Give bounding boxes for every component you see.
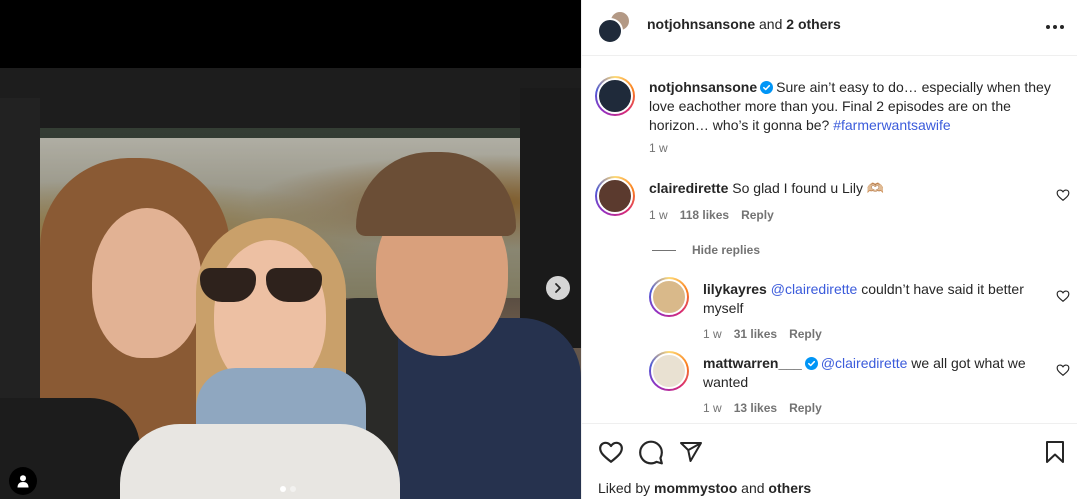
carousel-indicator <box>280 486 296 492</box>
comment-meta: 1 w 118 likes Reply <box>649 208 774 222</box>
comment-username[interactable]: clairedirette <box>649 180 728 196</box>
sunglasses <box>200 268 324 302</box>
reply: mattwarren___ @clairedirette we all got w… <box>703 354 1043 392</box>
authors-connector: and <box>759 16 783 32</box>
author-username[interactable]: notjohnsansone <box>647 16 755 32</box>
comment-time[interactable]: 1 w <box>649 208 668 222</box>
comment-avatar[interactable] <box>595 176 635 216</box>
reply-reply-button[interactable]: Reply <box>789 401 822 415</box>
reply-reply-button[interactable]: Reply <box>789 327 822 341</box>
caption-time[interactable]: 1 w <box>649 141 668 155</box>
comment-likes[interactable]: 118 likes <box>680 208 729 222</box>
comment-like-heart-icon[interactable] <box>1056 188 1070 202</box>
caption-avatar[interactable] <box>595 76 635 116</box>
liked-by-others[interactable]: others <box>768 480 811 496</box>
verified-badge-icon <box>804 357 818 370</box>
reply-meta: 1 w 31 likes Reply <box>703 327 822 341</box>
liked-by-user[interactable]: mommystoo <box>654 480 737 496</box>
collab-avatars[interactable] <box>597 10 631 44</box>
share-button[interactable] <box>677 438 705 466</box>
reply-likes[interactable]: 31 likes <box>734 327 777 341</box>
post-actions: Liked by mommystoo and others <box>582 423 1077 499</box>
reply-mention[interactable]: @clairedirette <box>821 355 908 371</box>
carousel-dot-active <box>280 486 286 492</box>
divider <box>652 249 676 251</box>
heart-icon <box>599 441 623 463</box>
reply-avatar[interactable] <box>649 351 689 391</box>
carousel-next-button[interactable] <box>546 276 570 300</box>
post-header: notjohnsansone and 2 others <box>582 0 1077 56</box>
comment-button[interactable] <box>637 438 665 466</box>
liked-by-prefix: Liked by <box>598 480 651 496</box>
post-photo[interactable] <box>0 68 581 499</box>
reply-like-heart-icon[interactable] <box>1056 289 1070 303</box>
save-button[interactable] <box>1041 438 1069 466</box>
liked-by: Liked by mommystoo and others <box>598 480 811 496</box>
carousel-dot <box>290 486 296 492</box>
person-middle-sweater <box>120 424 400 499</box>
hide-replies-toggle[interactable]: Hide replies <box>652 243 760 257</box>
reply-time[interactable]: 1 w <box>703 327 722 341</box>
send-icon <box>680 442 702 462</box>
like-button[interactable] <box>597 438 625 466</box>
comment: clairedirette So glad I found u Lily 🫶🏼 <box>649 179 1029 198</box>
post-authors: notjohnsansone and 2 others <box>647 16 841 32</box>
post-media <box>0 0 581 499</box>
more-horizontal-icon <box>1046 25 1064 29</box>
user-tag-icon <box>17 475 29 488</box>
reply-avatar[interactable] <box>649 277 689 317</box>
post-details-panel: notjohnsansone and 2 others notjohnsanso… <box>581 0 1077 499</box>
reply-username[interactable]: lilykayres <box>703 281 767 297</box>
caption: notjohnsansone Sure ain’t easy to do… esp… <box>649 78 1069 135</box>
caption-meta: 1 w <box>649 141 668 155</box>
caption-username[interactable]: notjohnsansone <box>649 79 757 95</box>
vehicle-frame-left <box>0 98 40 398</box>
liked-by-connector: and <box>741 480 765 496</box>
avatar <box>597 18 623 44</box>
reply-likes[interactable]: 13 likes <box>734 401 777 415</box>
reply-mention[interactable]: @clairedirette <box>771 281 858 297</box>
vehicle-frame-right <box>520 88 581 348</box>
comment-text: So glad I found u Lily 🫶🏼 <box>732 180 885 196</box>
collaborators-link[interactable]: 2 others <box>786 16 840 32</box>
hide-replies-label: Hide replies <box>692 243 761 257</box>
more-options-button[interactable] <box>1042 14 1068 40</box>
vehicle-roof <box>0 68 581 128</box>
reply-username[interactable]: mattwarren___ <box>703 355 802 371</box>
reply-meta: 1 w 13 likes Reply <box>703 401 822 415</box>
person-left-face <box>92 208 202 358</box>
reply: lilykayres @clairedirette couldn’t have … <box>703 280 1043 318</box>
reply-like-heart-icon[interactable] <box>1056 363 1070 377</box>
comment-reply-button[interactable]: Reply <box>741 208 774 222</box>
verified-badge-icon <box>760 81 774 94</box>
chevron-right-icon <box>555 283 561 293</box>
reply-time[interactable]: 1 w <box>703 401 722 415</box>
bookmark-icon <box>1046 441 1064 463</box>
comment-icon <box>639 440 663 465</box>
comments-list[interactable]: notjohnsansone Sure ain’t easy to do… esp… <box>582 57 1077 423</box>
user-tag-button[interactable] <box>9 467 37 495</box>
hashtag-link[interactable]: #farmerwantsawife <box>833 117 951 133</box>
